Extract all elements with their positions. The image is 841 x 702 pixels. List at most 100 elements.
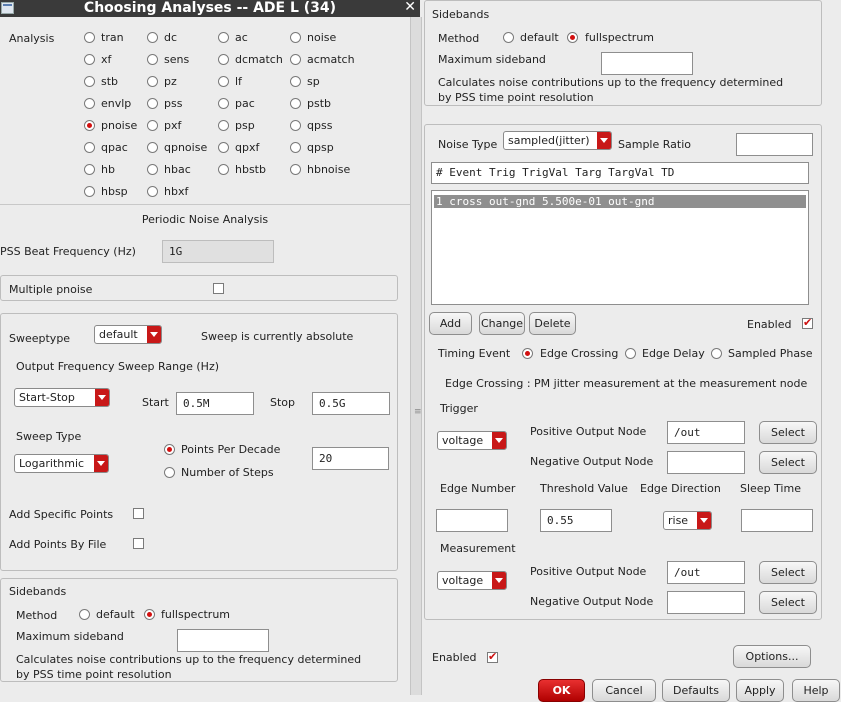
multiple-pnoise-label: Multiple pnoise: [9, 283, 93, 296]
analysis-radio-pz[interactable]: [147, 76, 158, 87]
analysis-radio-sens[interactable]: [147, 54, 158, 65]
sweep-type-label: Sweep Type: [16, 430, 82, 443]
analysis-radio-dc[interactable]: [147, 32, 158, 43]
edge-direction-value: rise: [668, 514, 689, 527]
analysis-radio-dcmatch[interactable]: [218, 54, 229, 65]
analysis-radio-lf[interactable]: [218, 76, 229, 87]
threshold-field[interactable]: 0.55: [540, 509, 612, 532]
range-mode-dropdown[interactable]: Start-Stop: [14, 388, 110, 407]
measurement-type-dropdown[interactable]: voltage: [437, 571, 507, 590]
add-specific-points-checkbox[interactable]: [133, 508, 144, 519]
window-titlebar: Choosing Analyses -- ADE L (34) ✕: [0, 0, 420, 17]
analysis-radio-pnoise[interactable]: [84, 120, 95, 131]
measurement-label: Measurement: [440, 542, 516, 555]
analysis-radio-stb[interactable]: [84, 76, 95, 87]
analysis-radio-pxf[interactable]: [147, 120, 158, 131]
analysis-radio-qpsp[interactable]: [290, 142, 301, 153]
sleep-time-field[interactable]: [741, 509, 813, 532]
method-fullspectrum-radio[interactable]: [567, 32, 578, 43]
analysis-label-dcmatch: dcmatch: [235, 53, 283, 66]
method-default-radio[interactable]: [503, 32, 514, 43]
analysis-radio-acmatch[interactable]: [290, 54, 301, 65]
cancel-button[interactable]: Cancel: [592, 679, 656, 702]
start-field[interactable]: 0.5M: [176, 392, 254, 415]
analysis-radio-hbac[interactable]: [147, 164, 158, 175]
measurement-negative-select-button[interactable]: Select: [759, 591, 817, 614]
chevron-down-icon: [492, 572, 506, 589]
multiple-pnoise-checkbox[interactable]: [213, 283, 224, 294]
analysis-radio-hbstb[interactable]: [218, 164, 229, 175]
max-sideband-field[interactable]: [177, 629, 269, 652]
stop-field[interactable]: 0.5G: [312, 392, 390, 415]
sidebands-title: Sidebands: [432, 8, 490, 21]
trigger-negative-select-button[interactable]: Select: [759, 451, 817, 474]
noise-type-dropdown[interactable]: sampled(jitter): [503, 131, 612, 150]
analysis-label-envlp: envlp: [101, 97, 132, 110]
edge-direction-dropdown[interactable]: rise: [663, 511, 712, 530]
noise-type-label: Noise Type: [438, 138, 498, 151]
analysis-radio-tran[interactable]: [84, 32, 95, 43]
enabled-checkbox[interactable]: [802, 316, 813, 329]
apply-button[interactable]: Apply: [736, 679, 784, 702]
measurement-negative-output-field[interactable]: [667, 591, 745, 614]
points-field[interactable]: 20: [312, 447, 389, 470]
sweeptype-dropdown[interactable]: default: [94, 325, 162, 344]
pane-splitter[interactable]: ≡: [410, 17, 422, 695]
grip-icon: ≡: [414, 407, 422, 417]
analysis-radio-pstb[interactable]: [290, 98, 301, 109]
analysis-radio-xf[interactable]: [84, 54, 95, 65]
close-icon[interactable]: ✕: [404, 0, 416, 15]
method-fullspectrum-radio[interactable]: [144, 609, 155, 620]
edge-number-field[interactable]: [436, 509, 508, 532]
analysis-radio-sp[interactable]: [290, 76, 301, 87]
trigger-negative-output-field[interactable]: [667, 451, 745, 474]
delete-button[interactable]: Delete: [529, 312, 576, 335]
number-of-steps-radio[interactable]: [164, 467, 175, 478]
analysis-radio-hbsp[interactable]: [84, 186, 95, 197]
sweep-type-dropdown[interactable]: Logarithmic: [14, 454, 109, 473]
analysis-radio-envlp[interactable]: [84, 98, 95, 109]
timing-edge-crossing-radio[interactable]: [522, 348, 533, 359]
analysis-radio-qpxf[interactable]: [218, 142, 229, 153]
analysis-radio-qpnoise[interactable]: [147, 142, 158, 153]
add-points-by-file-checkbox[interactable]: [133, 538, 144, 549]
event-table[interactable]: 1 cross out-gnd 5.500e-01 out-gnd: [431, 190, 809, 305]
measurement-positive-output-field[interactable]: /out: [667, 561, 745, 584]
timing-edge-delay-radio[interactable]: [625, 348, 636, 359]
trigger-positive-output-field[interactable]: /out: [667, 421, 745, 444]
ok-button[interactable]: OK: [538, 679, 585, 702]
measurement-positive-select-button[interactable]: Select: [759, 561, 817, 584]
timing-sampled-phase-radio[interactable]: [711, 348, 722, 359]
pnoise-heading: Periodic Noise Analysis: [141, 213, 269, 226]
max-sideband-field[interactable]: [601, 52, 693, 75]
analysis-radio-hbxf[interactable]: [147, 186, 158, 197]
add-button[interactable]: Add: [429, 312, 472, 335]
sweep-type-value: Logarithmic: [19, 457, 85, 470]
method-default-radio[interactable]: [79, 609, 90, 620]
trigger-type-dropdown[interactable]: voltage: [437, 431, 507, 450]
analysis-radio-hb[interactable]: [84, 164, 95, 175]
defaults-button[interactable]: Defaults: [662, 679, 730, 702]
analysis-radio-ac[interactable]: [218, 32, 229, 43]
analysis-radio-hbnoise[interactable]: [290, 164, 301, 175]
options-button[interactable]: Options...: [733, 645, 811, 668]
points-per-decade-radio[interactable]: [164, 444, 175, 455]
trigger-positive-select-button[interactable]: Select: [759, 421, 817, 444]
sample-ratio-field[interactable]: [736, 133, 813, 156]
timing-edge-delay-label: Edge Delay: [642, 347, 705, 360]
analysis-radio-pss[interactable]: [147, 98, 158, 109]
change-button[interactable]: Change: [479, 312, 525, 335]
analysis-radio-noise[interactable]: [290, 32, 301, 43]
analysis-radio-pac[interactable]: [218, 98, 229, 109]
analysis-enabled-checkbox[interactable]: [487, 650, 498, 663]
analysis-radio-psp[interactable]: [218, 120, 229, 131]
analysis-radio-qpss[interactable]: [290, 120, 301, 131]
analysis-radio-qpac[interactable]: [84, 142, 95, 153]
analysis-label-dc: dc: [164, 31, 178, 44]
help-button[interactable]: Help: [792, 679, 840, 702]
beat-frequency-field[interactable]: 1G: [162, 240, 274, 263]
sample-ratio-label: Sample Ratio: [618, 138, 691, 151]
table-row[interactable]: 1 cross out-gnd 5.500e-01 out-gnd: [434, 195, 806, 208]
analysis-label-hbac: hbac: [164, 163, 191, 176]
analysis-label-qpnoise: qpnoise: [164, 141, 208, 154]
